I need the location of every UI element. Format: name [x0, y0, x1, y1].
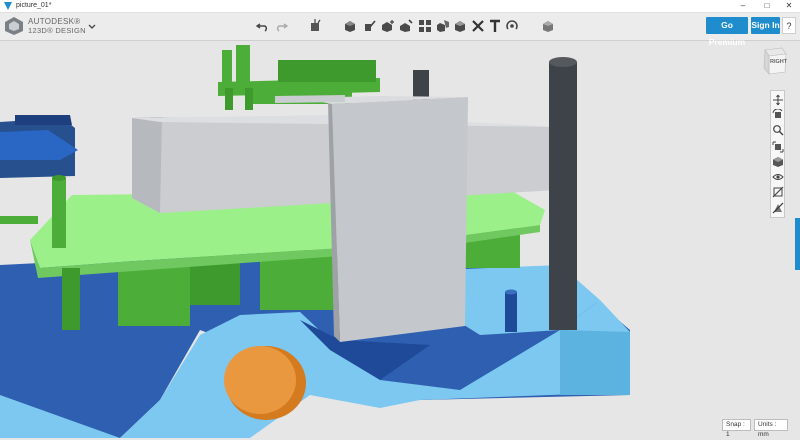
close-icon[interactable]: ✕ [778, 0, 800, 12]
undo-icon[interactable] [256, 19, 270, 33]
hide-mesh-icon[interactable] [772, 202, 784, 214]
model-scene [0, 45, 630, 438]
main-toolbar: AUTODESK® 123D® DESIGN Go Premium Sign I… [0, 13, 800, 47]
text-icon[interactable] [488, 19, 502, 33]
measure-icon[interactable] [471, 19, 485, 33]
zoom-icon[interactable] [772, 124, 784, 136]
help-button[interactable]: ? [782, 17, 796, 34]
brand-line-2: 123D® DESIGN [28, 26, 86, 35]
pan-icon[interactable] [772, 94, 784, 106]
side-panel-handle[interactable] [795, 218, 800, 270]
primitives-icon[interactable] [343, 19, 357, 33]
snap-status[interactable]: Snap : 1 [722, 419, 751, 438]
go-premium-button[interactable]: Go Premium [706, 17, 748, 47]
app-icon [4, 2, 12, 10]
transform-icon[interactable] [308, 19, 322, 33]
sign-in-button[interactable]: Sign In [751, 17, 780, 34]
snap-icon[interactable] [505, 19, 519, 33]
chevron-down-icon [88, 24, 96, 29]
combine-icon[interactable] [453, 19, 467, 33]
brand-line-1: AUTODESK® [28, 17, 81, 26]
window-title-bar: picture_01* – □ ✕ [0, 0, 800, 13]
brand-menu-button[interactable]: AUTODESK® 123D® DESIGN [4, 15, 96, 39]
maximize-icon[interactable]: □ [756, 0, 778, 12]
fit-icon[interactable] [772, 141, 784, 153]
views-icon[interactable] [772, 156, 784, 168]
orbit-icon[interactable] [772, 109, 784, 121]
material-icon[interactable] [541, 19, 555, 33]
window-title: picture_01* [16, 2, 52, 9]
navigation-bar [770, 90, 785, 218]
3d-viewport[interactable] [0, 41, 800, 439]
redo-icon[interactable] [274, 19, 288, 33]
visibility-icon[interactable] [772, 171, 784, 183]
construct-icon[interactable] [381, 19, 395, 33]
hide-icon[interactable] [772, 186, 784, 198]
sketch-icon[interactable] [362, 19, 376, 33]
modify-icon[interactable] [399, 19, 413, 33]
units-status[interactable]: Units : mm [754, 419, 788, 438]
minimize-icon[interactable]: – [732, 0, 754, 12]
logo-icon [5, 17, 23, 35]
pattern-icon[interactable] [418, 19, 432, 33]
grouping-icon[interactable] [436, 19, 450, 33]
viewcube-face-label: RIGHT [770, 59, 788, 65]
